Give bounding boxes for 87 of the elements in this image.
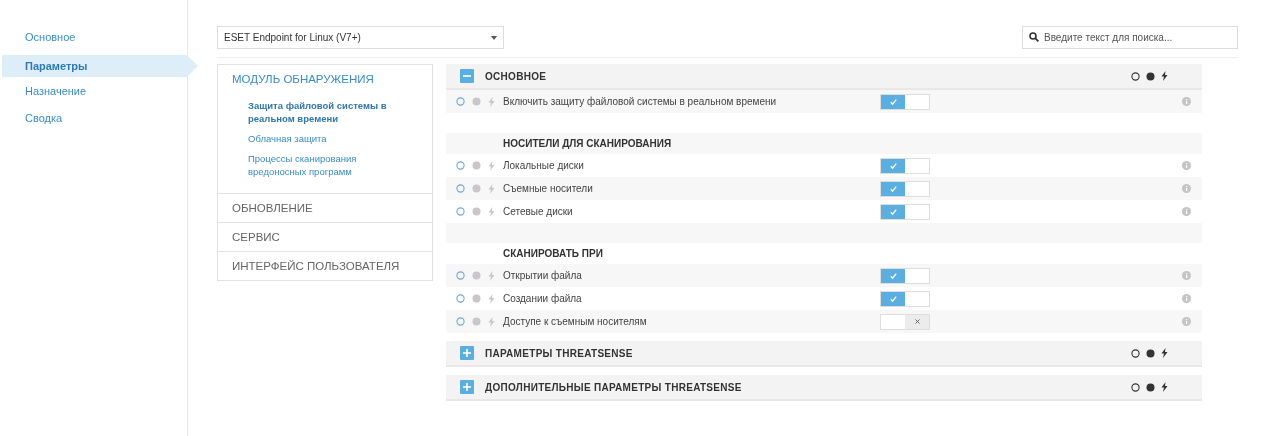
info-icon: [1182, 97, 1191, 106]
section-title: ПАРАМЕТРЫ THREATSENSE: [485, 347, 634, 359]
circle-outline-icon: [1131, 382, 1140, 392]
subcategory-link[interactable]: Облачная защита: [248, 132, 398, 145]
dot-icon: [1146, 382, 1155, 392]
lightning-icon: [488, 96, 495, 107]
nav-item[interactable]: Параметры: [2, 55, 198, 77]
toggle-switch[interactable]: [880, 93, 930, 110]
category-item[interactable]: ИНТЕРФЕЙС ПОЛЬЗОВАТЕЛЯ: [218, 252, 432, 280]
category-item[interactable]: ОБНОВЛЕНИЕ: [218, 194, 432, 222]
lightning-icon: [488, 160, 495, 171]
setting-label: Открытии файла: [503, 270, 583, 281]
search-field[interactable]: Введите текст для поиска...: [1022, 26, 1238, 49]
group-title: НОСИТЕЛИ ДЛЯ СКАНИРОВАНИЯ: [503, 138, 672, 149]
circle-outline-icon: [456, 161, 465, 170]
info-icon: [1182, 294, 1191, 303]
subcategory-link[interactable]: Процессы сканирования вредоносных программ: [248, 152, 398, 178]
category-item[interactable]: СЕРВИС: [218, 223, 432, 251]
category-item[interactable]: МОДУЛЬ ОБНАРУЖЕНИЯ: [218, 65, 432, 99]
info-icon: [1182, 271, 1191, 280]
toggle-switch[interactable]: [880, 267, 930, 284]
toggle-switch[interactable]: [880, 203, 930, 220]
setting-label: Сетевые диски: [503, 206, 574, 217]
check-icon: [889, 295, 897, 302]
minus-icon: [463, 72, 471, 80]
circle-outline-icon: [456, 184, 465, 193]
info-icon: [1182, 317, 1191, 326]
lightning-icon: [488, 293, 495, 304]
dot-icon: [472, 207, 481, 216]
section-title: ОСНОВНОЕ: [485, 70, 548, 82]
lightning-icon: [488, 183, 495, 194]
dot-icon: [1146, 71, 1155, 81]
section-header[interactable]: ПАРАМЕТРЫ THREATSENSE: [446, 341, 1202, 367]
dot-icon: [472, 161, 481, 170]
circle-outline-icon: [1131, 71, 1140, 81]
dot-icon: [472, 317, 481, 326]
expand-button[interactable]: [460, 380, 474, 394]
check-icon: [889, 272, 897, 279]
nav-item[interactable]: Сводка: [0, 109, 187, 136]
collapse-button[interactable]: [460, 69, 474, 83]
dot-icon: [472, 294, 481, 303]
toggle-switch[interactable]: [880, 157, 930, 174]
nav-item[interactable]: Основное: [0, 28, 187, 55]
lightning-icon: [1161, 71, 1168, 81]
check-icon: [889, 98, 897, 105]
check-icon: [889, 162, 897, 169]
product-dropdown[interactable]: ESET Endpoint for Linux (V7+): [217, 26, 504, 49]
nav-item[interactable]: Назначение: [0, 82, 187, 109]
section-title: ДОПОЛНИТЕЛЬНЫЕ ПАРАМЕТРЫ THREATSENSE: [485, 381, 743, 393]
circle-outline-icon: [1131, 348, 1140, 358]
setting-label: Создании файла: [503, 293, 583, 304]
lightning-icon: [488, 316, 495, 327]
toggle-switch[interactable]: [880, 313, 930, 330]
setting-label: Включить защиту файловой системы в реальном времени: [503, 96, 778, 107]
search-icon: [1029, 32, 1039, 42]
expand-button[interactable]: [460, 346, 474, 360]
dot-icon: [472, 97, 481, 106]
dot-icon: [472, 184, 481, 193]
setting-label: Локальные диски: [503, 160, 585, 171]
circle-outline-icon: [456, 294, 465, 303]
dot-icon: [472, 271, 481, 280]
lightning-icon: [488, 206, 495, 217]
caret-icon: [491, 35, 497, 40]
circle-outline-icon: [456, 207, 465, 216]
info-icon: [1182, 207, 1191, 216]
info-icon: [1182, 161, 1191, 170]
cross-icon: [914, 319, 920, 324]
lightning-icon: [1161, 348, 1168, 358]
section-header[interactable]: ДОПОЛНИТЕЛЬНЫЕ ПАРАМЕТРЫ THREATSENSE: [446, 375, 1202, 401]
plus-icon: [463, 349, 471, 357]
lightning-icon: [488, 270, 495, 281]
circle-outline-icon: [456, 317, 465, 326]
plus-icon: [463, 383, 471, 391]
circle-outline-icon: [456, 97, 465, 106]
circle-outline-icon: [456, 271, 465, 280]
check-icon: [889, 208, 897, 215]
setting-label: Доступе к съемным носителям: [503, 316, 648, 327]
section-header[interactable]: ОСНОВНОЕ: [446, 64, 1202, 90]
subcategory-link[interactable]: Защита файловой системы в реальном времени: [248, 99, 398, 125]
group-title: СКАНИРОВАТЬ ПРИ: [503, 248, 603, 259]
check-icon: [889, 185, 897, 192]
toggle-switch[interactable]: [880, 290, 930, 307]
dot-icon: [1146, 348, 1155, 358]
toggle-switch[interactable]: [880, 180, 930, 197]
info-icon: [1182, 184, 1191, 193]
lightning-icon: [1161, 382, 1168, 392]
setting-label: Съемные носители: [503, 183, 594, 194]
